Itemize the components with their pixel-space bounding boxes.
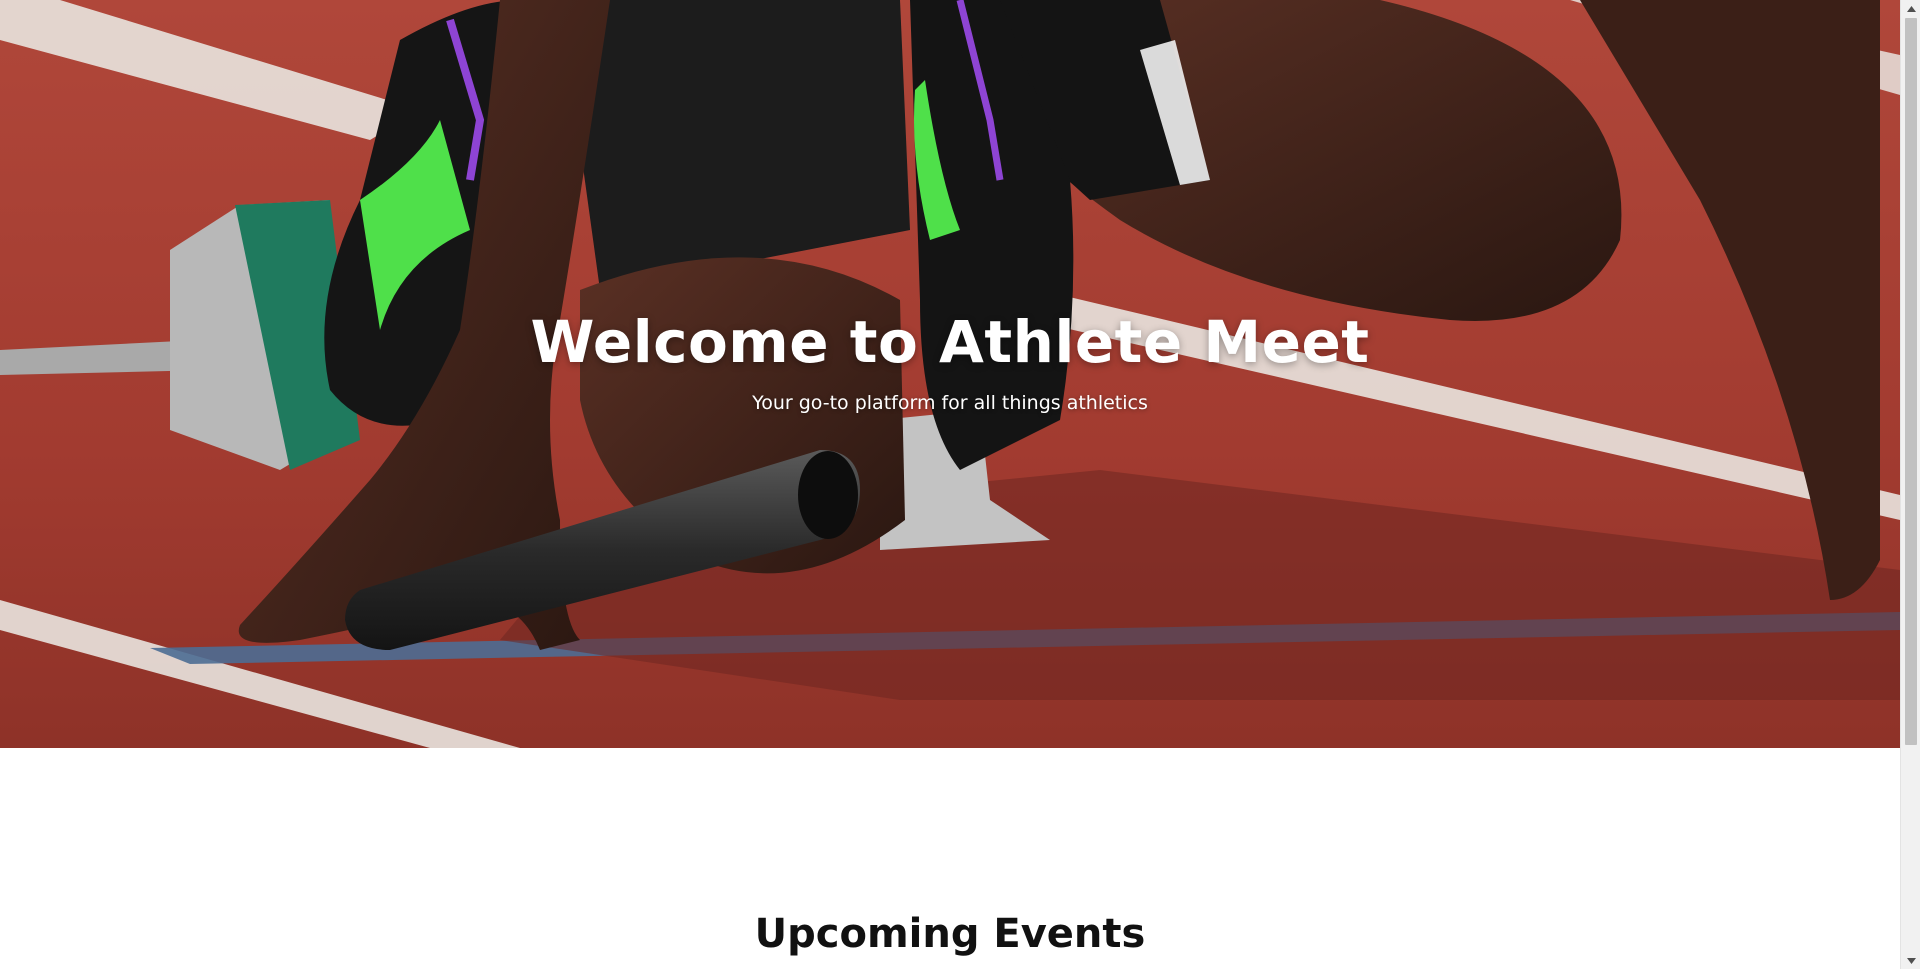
scroll-down-button[interactable]: [1901, 952, 1920, 969]
triangle-down-icon: [1906, 957, 1916, 964]
vertical-scrollbar[interactable]: [1900, 0, 1920, 969]
hero-content: Welcome to Athlete Meet Your go-to platf…: [0, 308, 1900, 414]
page-viewport: Welcome to Athlete Meet Your go-to platf…: [0, 0, 1900, 969]
hero-title: Welcome to Athlete Meet: [530, 308, 1370, 376]
scrollbar-thumb[interactable]: [1905, 18, 1917, 745]
hero-section: Welcome to Athlete Meet Your go-to platf…: [0, 0, 1900, 748]
triangle-up-icon: [1906, 5, 1916, 12]
upcoming-events-heading: Upcoming Events: [754, 911, 1146, 957]
hero-subtitle: Your go-to platform for all things athle…: [752, 391, 1148, 414]
scroll-up-button[interactable]: [1901, 0, 1920, 17]
